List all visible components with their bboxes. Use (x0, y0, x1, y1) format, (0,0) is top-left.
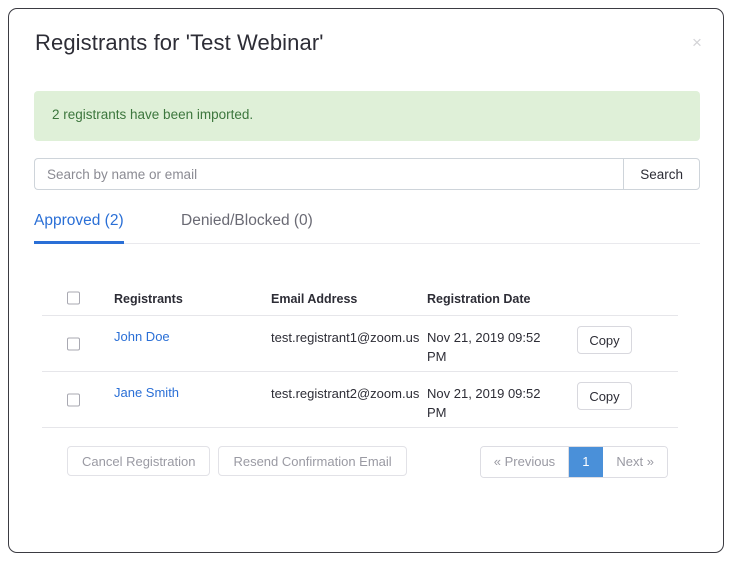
tab-denied-blocked[interactable]: Denied/Blocked (0) (181, 203, 313, 244)
registrant-name-link[interactable]: Jane Smith (114, 385, 179, 400)
pagination: « Previous 1 Next » (479, 446, 668, 478)
success-alert: 2 registrants have been imported. (34, 91, 700, 141)
alert-message: 2 registrants have been imported. (52, 107, 254, 122)
search-button[interactable]: Search (623, 158, 700, 190)
row-checkbox-cell (67, 337, 80, 350)
cancel-registration-button[interactable]: Cancel Registration (67, 446, 211, 476)
row-action-cell: Copy (577, 382, 632, 410)
pagination-previous[interactable]: « Previous (480, 447, 570, 477)
search-bar: Search (34, 158, 700, 190)
column-header-email-address: Email Address (271, 292, 358, 306)
pagination-next[interactable]: Next » (603, 447, 667, 477)
search-input[interactable] (34, 158, 624, 190)
copy-button[interactable]: Copy (577, 382, 632, 410)
registrant-name-link[interactable]: John Doe (114, 329, 170, 344)
resend-confirmation-email-button[interactable]: Resend Confirmation Email (218, 446, 407, 476)
registrant-registration-date: Nov 21, 2019 09:52 PM (427, 330, 541, 364)
page-title: Registrants for 'Test Webinar' (35, 30, 324, 55)
table-row: Jane Smith test.registrant2@zoom.us Nov … (42, 372, 678, 428)
registrant-email: test.registrant1@zoom.us (271, 330, 420, 345)
column-header-registrants: Registrants (114, 292, 183, 306)
row-checkbox-cell (67, 393, 80, 406)
copy-button[interactable]: Copy (577, 326, 632, 354)
pagination-page-1[interactable]: 1 (569, 447, 604, 477)
registrants-modal: Registrants for 'Test Webinar' × 2 regis… (8, 8, 724, 553)
tab-bar: Approved (2) Denied/Blocked (0) (34, 203, 700, 244)
row-checkbox[interactable] (67, 393, 80, 406)
row-checkbox[interactable] (67, 337, 80, 350)
row-action-cell: Copy (577, 326, 632, 354)
registrant-registration-date: Nov 21, 2019 09:52 PM (427, 386, 541, 420)
tab-approved[interactable]: Approved (2) (34, 203, 124, 244)
close-icon[interactable]: × (685, 31, 709, 55)
table-header-row: Registrants Email Address Registration D… (42, 281, 678, 316)
table-row: John Doe test.registrant1@zoom.us Nov 21… (42, 316, 678, 372)
column-header-registration-date: Registration Date (427, 292, 531, 306)
select-all-checkbox-cell (67, 291, 80, 305)
bulk-actions: Cancel Registration Resend Confirmation … (67, 446, 407, 476)
registrants-table: Registrants Email Address Registration D… (42, 281, 678, 428)
registrant-email: test.registrant2@zoom.us (271, 386, 420, 401)
select-all-checkbox[interactable] (67, 291, 80, 305)
